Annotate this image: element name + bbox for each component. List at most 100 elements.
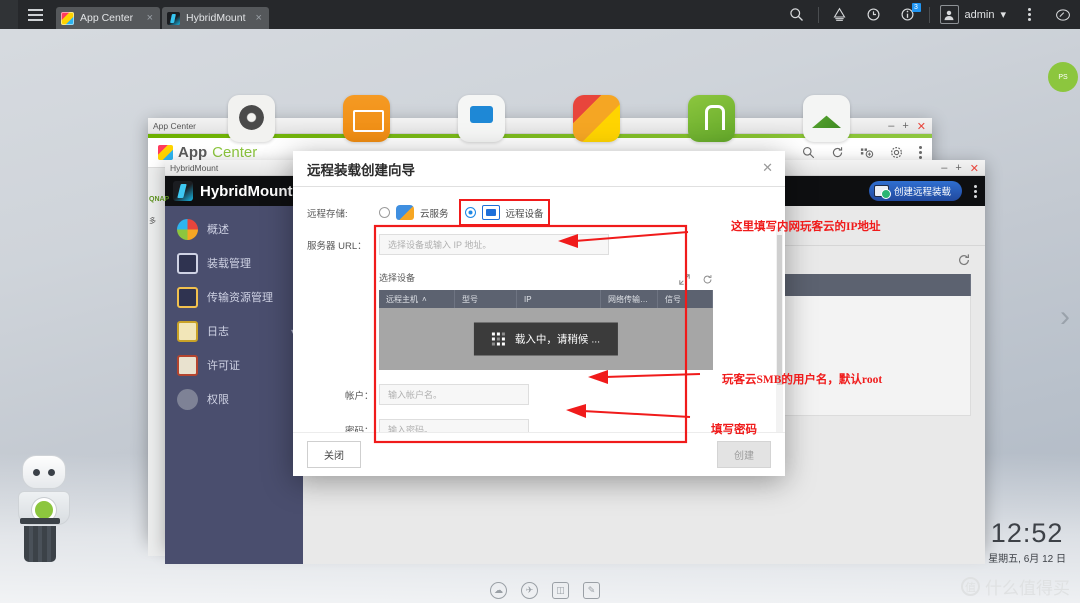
desktop-next-page-arrow[interactable]: › bbox=[1060, 300, 1070, 334]
clock-date: 星期五, 6月 12 日 bbox=[988, 554, 1066, 565]
app-center-logo: App Center bbox=[158, 144, 257, 161]
sidebar-item-log[interactable]: 日志 ▾ bbox=[165, 314, 303, 348]
install-app-icon[interactable] bbox=[860, 146, 874, 159]
kebab-menu-icon[interactable] bbox=[1012, 0, 1046, 29]
sidebar-item-overview[interactable]: 概述 bbox=[165, 212, 303, 246]
chevron-down-icon[interactable]: ▾ bbox=[1000, 8, 1006, 21]
hybridmount-window-buttons[interactable]: – + ✕ bbox=[941, 160, 979, 176]
sidebar-item-label: 权限 bbox=[207, 394, 229, 406]
cloud-icon[interactable]: ☁ bbox=[490, 582, 507, 599]
sidebar-item-license[interactable]: 许可证 bbox=[165, 348, 303, 382]
create-remote-mount-button[interactable]: 创建远程装载 bbox=[868, 181, 962, 201]
maximize-button[interactable]: + bbox=[902, 120, 908, 132]
file-station-icon[interactable] bbox=[343, 95, 390, 142]
kebab-menu-icon[interactable] bbox=[974, 184, 977, 198]
desktop-right-badge[interactable]: PS bbox=[1048, 62, 1078, 92]
close-button[interactable]: ✕ bbox=[970, 162, 979, 175]
sidebar-item-label: 概述 bbox=[207, 224, 229, 236]
recycle-bin-icon[interactable] bbox=[20, 518, 60, 562]
app-center-titlebar-label: App Center bbox=[153, 120, 196, 131]
device-table-header-host[interactable]: 远程主机 ˄ bbox=[379, 290, 455, 308]
kebab-menu-icon[interactable] bbox=[919, 146, 922, 159]
remote-mount-wizard-dialog[interactable]: 远程装载创建向导 ✕ 远程存储: 云服务 远程设备 服务器 URL： 选择设备或… bbox=[293, 151, 785, 476]
wizard-footer: 关闭 创建 bbox=[293, 432, 785, 476]
close-icon[interactable]: × bbox=[143, 12, 153, 24]
app-center-window-buttons[interactable]: – + ✕ bbox=[888, 118, 926, 134]
info-badge: 3 bbox=[911, 3, 921, 12]
log-icon bbox=[177, 320, 198, 342]
radio-option-remote-device[interactable]: 远程设备 bbox=[458, 199, 550, 226]
cloud-service-icon bbox=[396, 205, 414, 220]
device-table-header-signal[interactable]: 信号 bbox=[658, 290, 713, 308]
sidebar-item-label: 装载管理 bbox=[207, 258, 251, 270]
tools-icon[interactable]: ✈ bbox=[521, 582, 538, 599]
hybridmount-header-actions[interactable]: 创建远程装载 bbox=[868, 181, 977, 201]
app-center-logo-word2: Center bbox=[212, 144, 258, 161]
wizard-scrollbar[interactable]: ▲ ▼ bbox=[776, 227, 783, 432]
select-device-header: 选择设备 bbox=[379, 269, 713, 290]
refresh-icon[interactable] bbox=[831, 146, 844, 159]
sync-icon[interactable] bbox=[857, 0, 891, 29]
download-station-icon[interactable] bbox=[803, 95, 850, 142]
appcenter-icon bbox=[61, 11, 74, 25]
create-button[interactable]: 创建 bbox=[717, 441, 771, 468]
sidebar-item-mount-manage[interactable]: 装载管理 bbox=[165, 246, 303, 280]
search-icon[interactable] bbox=[780, 0, 814, 29]
sort-caret-icon[interactable]: ˄ bbox=[422, 295, 427, 304]
device-table-header-model[interactable]: 型号 bbox=[455, 290, 517, 308]
hybridmount-sidebar[interactable]: 概述 装载管理 传输资源管理 日志 ▾ 许可证 权限 bbox=[165, 206, 303, 564]
hybridmount-logo-icon bbox=[173, 181, 193, 201]
device-table-header-host-label: 远程主机 bbox=[386, 294, 418, 304]
minimize-button[interactable]: – bbox=[888, 120, 894, 132]
sidebar-item-permission[interactable]: 权限 bbox=[165, 382, 303, 416]
hybridmount-brand: HybridMount bbox=[173, 181, 292, 201]
scrollbar-thumb[interactable] bbox=[777, 235, 782, 385]
storage-manager-icon[interactable] bbox=[458, 95, 505, 142]
wizard-title: 远程装载创建向导 bbox=[307, 162, 415, 178]
refresh-icon[interactable] bbox=[957, 253, 971, 267]
app-center-tool-icons[interactable] bbox=[802, 146, 922, 159]
watermark-mark: 值 bbox=[961, 577, 980, 596]
select-device-label: 选择设备 bbox=[379, 273, 416, 283]
control-panel-icon[interactable] bbox=[228, 95, 275, 142]
permission-icon bbox=[177, 388, 198, 410]
server-url-input[interactable]: 选择设备或输入 IP 地址。 bbox=[379, 234, 609, 255]
tab-app-center[interactable]: App Center × bbox=[56, 7, 160, 29]
loading-tooltip: 载入中，请稍候 ... bbox=[473, 322, 619, 356]
password-input[interactable]: 输入密码。 bbox=[379, 419, 529, 432]
settings-icon[interactable] bbox=[890, 146, 903, 159]
user-menu[interactable]: admin ▾ bbox=[934, 5, 1013, 24]
close-icon[interactable]: × bbox=[252, 12, 262, 24]
search-icon[interactable] bbox=[802, 146, 815, 159]
window-icon[interactable]: ◫ bbox=[552, 582, 569, 599]
info-icon[interactable]: 3 bbox=[891, 0, 925, 29]
refresh-icon[interactable] bbox=[702, 274, 713, 285]
tab-hybridmount[interactable]: HybridMount × bbox=[162, 7, 269, 29]
radio-option-cloud-service[interactable]: 云服务 bbox=[379, 205, 449, 220]
qts-top-bar[interactable]: App Center × HybridMount × 3 admin ▾ bbox=[0, 0, 1080, 29]
minimize-button[interactable]: – bbox=[941, 162, 947, 174]
close-button[interactable]: 关闭 bbox=[307, 441, 361, 468]
dashboard-icon[interactable] bbox=[1046, 0, 1080, 29]
device-table-header-network[interactable]: 网络传输… bbox=[601, 290, 658, 308]
hamburger-icon[interactable] bbox=[18, 0, 52, 29]
qsirch-icon[interactable] bbox=[573, 95, 620, 142]
account-input[interactable]: 输入帐户名。 bbox=[379, 384, 529, 405]
radio-button[interactable] bbox=[464, 207, 476, 218]
device-table-header-ip[interactable]: IP bbox=[517, 290, 601, 308]
radio-option-label: 远程设备 bbox=[505, 208, 544, 220]
backup-station-icon[interactable] bbox=[823, 0, 857, 29]
server-url-row: 服务器 URL： 选择设备或输入 IP 地址。 bbox=[307, 234, 771, 255]
edit-icon[interactable]: ✎ bbox=[583, 582, 600, 599]
sidebar-item-transfer-resource[interactable]: 传输资源管理 bbox=[165, 280, 303, 314]
topbar-tabs[interactable]: App Center × HybridMount × bbox=[56, 0, 269, 29]
license-icon bbox=[177, 354, 198, 376]
account-row: 帐户： 输入帐户名。 bbox=[307, 384, 771, 405]
expand-icon[interactable] bbox=[679, 274, 690, 285]
radio-button[interactable] bbox=[379, 207, 390, 218]
close-button[interactable]: ✕ bbox=[917, 120, 926, 133]
close-icon[interactable]: ✕ bbox=[762, 160, 773, 176]
desktop-side-label-cn: 多 bbox=[149, 218, 156, 225]
maximize-button[interactable]: + bbox=[955, 162, 961, 174]
help-center-icon[interactable] bbox=[688, 95, 735, 142]
